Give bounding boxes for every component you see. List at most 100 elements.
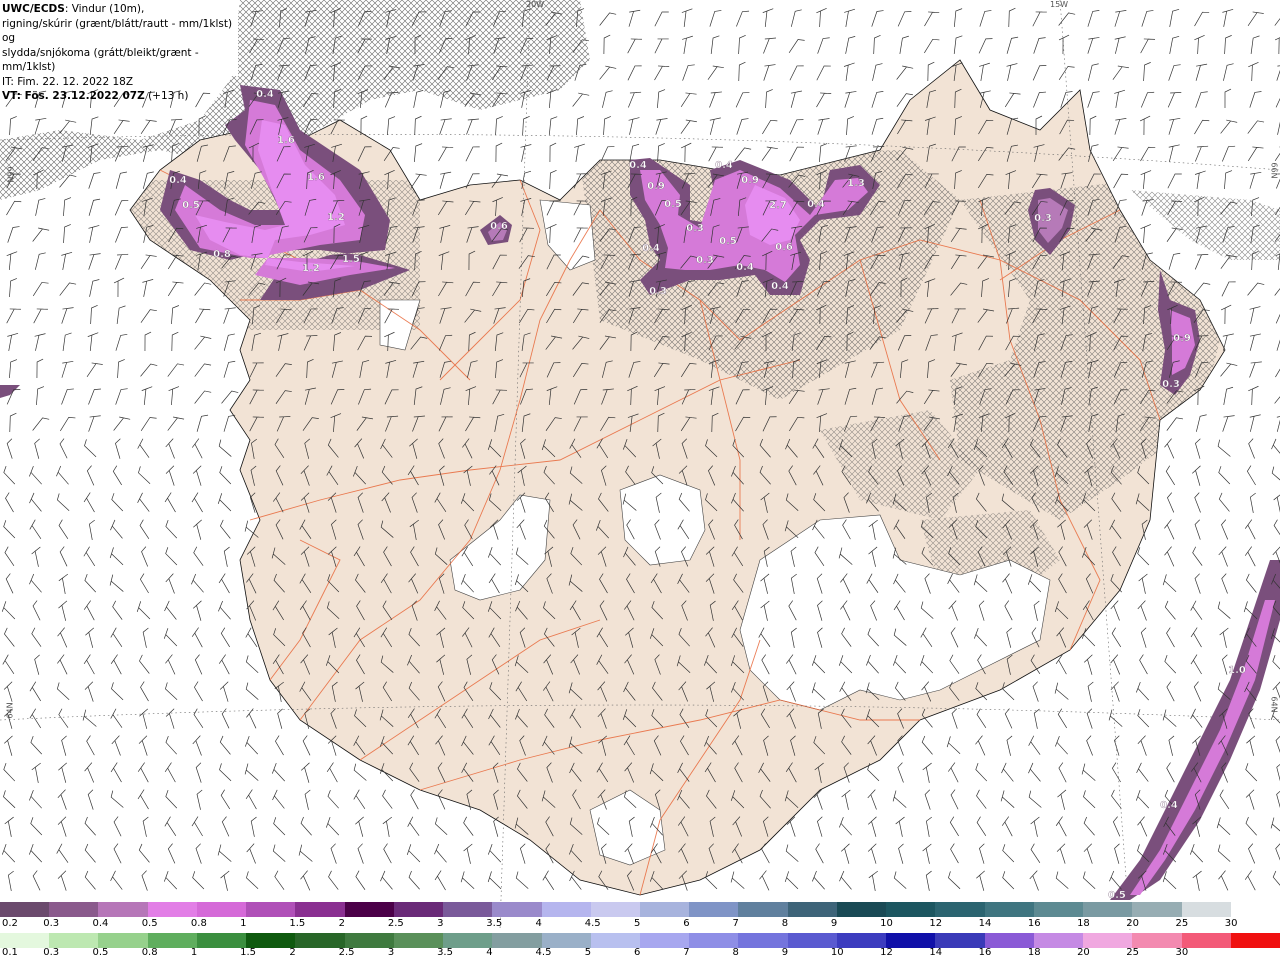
scale-label: 14 xyxy=(929,947,943,958)
color-swatch xyxy=(640,902,690,917)
precip-value-label: 0.9 xyxy=(741,175,759,186)
color-swatch xyxy=(344,933,395,948)
color-swatch xyxy=(738,933,789,948)
color-swatch xyxy=(492,902,543,917)
map-title-box: UWC/ECDS: Vindur (10m), rigning/skúrir (… xyxy=(0,0,238,102)
scale-label: 25 xyxy=(1126,947,1140,958)
rain-scale-labels: 0.1 0.3 0.5 0.8 1 1.5 2 2.5 3 3.5 4 4.5 5 6 7 8 9 10 12 14 1… xyxy=(0,947,1280,959)
precip-value-label: 1.2 xyxy=(302,263,320,274)
color-swatch xyxy=(935,902,986,917)
precip-value-label: 0.4 xyxy=(256,89,274,100)
scale-label: 6 xyxy=(634,947,641,958)
valid-time: VT: Fös. 23.12.2022 07Z xyxy=(2,90,145,102)
color-swatch xyxy=(689,902,739,917)
scale-label: 0.8 xyxy=(141,947,158,958)
scale-label: 12 xyxy=(929,918,943,929)
scale-label: 5 xyxy=(584,947,592,958)
color-swatch xyxy=(541,902,592,917)
scale-label: 3.5 xyxy=(486,918,503,929)
scale-label: 10 xyxy=(880,918,893,929)
scale-label: 30 xyxy=(1175,947,1189,958)
color-swatch xyxy=(246,902,296,917)
color-swatch xyxy=(935,933,986,948)
color-swatch xyxy=(787,902,838,917)
scale-label: 4 xyxy=(486,947,493,958)
color-swatch xyxy=(738,902,789,917)
color-swatch xyxy=(984,902,1035,917)
scale-label: 2 xyxy=(338,918,345,929)
color-swatch xyxy=(295,933,346,948)
scale-label: 4.5 xyxy=(535,947,552,958)
color-swatch xyxy=(0,902,50,917)
scale-label: 6 xyxy=(683,918,690,929)
color-swatch xyxy=(492,933,543,948)
scale-label: 14 xyxy=(978,918,992,929)
scale-label: 5 xyxy=(634,918,641,929)
snow-color-scale xyxy=(0,902,1280,917)
title-line-1: UWC/ECDS: Vindur (10m), xyxy=(2,2,238,17)
init-time: IT: Fim. 22. 12. 2022 18Z xyxy=(2,75,134,88)
valid-time-line: VT: Fös. 23.12.2022 07Z (+13 h) xyxy=(2,89,238,104)
scale-label: 3.5 xyxy=(437,947,453,958)
color-swatch xyxy=(590,902,641,917)
precip-value-label: 1.6 xyxy=(307,172,325,183)
scale-label: 16 xyxy=(1027,918,1041,929)
snow-scale-labels: 0.2 0.3 0.4 0.5 0.8 1 1.5 2 2.5 3 3.5 4 4.5 5 6 7 8 9 10 12… xyxy=(0,918,1280,930)
color-swatch xyxy=(1132,902,1183,917)
precip-value-label: 1.6 xyxy=(277,135,295,146)
scale-label: 25 xyxy=(1175,918,1189,929)
color-swatch xyxy=(196,933,247,948)
color-swatch xyxy=(295,902,346,917)
scale-label: 2.5 xyxy=(387,918,404,929)
rain-color-scale xyxy=(0,933,1280,948)
scale-label: 9 xyxy=(830,918,838,929)
scale-label: 1.5 xyxy=(240,947,257,958)
precip-value-label: 0.6 xyxy=(775,242,793,253)
precip-value-label: 0.4 xyxy=(1160,800,1178,811)
color-swatch xyxy=(984,933,1035,948)
color-swatch xyxy=(246,933,296,948)
color-swatch xyxy=(1230,933,1280,948)
scale-label: 3 xyxy=(387,947,395,958)
color-swatch xyxy=(196,902,247,917)
color-swatch xyxy=(147,902,198,917)
color-swatch xyxy=(1083,933,1133,948)
precip-value-label: 0.3 xyxy=(649,286,667,297)
lon-label-20w: 20W xyxy=(526,0,545,9)
precip-value-label: 1.2 xyxy=(327,212,345,223)
title-line-3: slydda/snjókoma (grátt/bleikt/grænt - mm… xyxy=(2,46,199,74)
color-swatch xyxy=(1230,902,1280,917)
precip-value-label: 0.4 xyxy=(642,243,660,254)
color-swatch xyxy=(1033,933,1084,948)
scale-label: 12 xyxy=(880,947,893,958)
precip-value-label: 1.3 xyxy=(847,178,865,189)
scale-label: 0.3 xyxy=(43,947,60,958)
scale-label: 4.5 xyxy=(584,918,601,929)
scale-label: 0.3 xyxy=(43,918,60,929)
scale-label: 2.5 xyxy=(338,947,355,958)
precip-value-label: 0.9 xyxy=(647,181,665,192)
precip-value-label: 0.3 xyxy=(696,255,714,266)
scale-label: 0.2 xyxy=(2,918,18,929)
scale-label: 0.5 xyxy=(92,947,109,958)
precip-value-label: 0.5 xyxy=(664,199,682,210)
color-swatch xyxy=(541,933,592,948)
scale-label: 18 xyxy=(1077,918,1090,929)
color-swatch xyxy=(787,933,838,948)
color-swatch xyxy=(98,902,149,917)
scale-label: 0.1 xyxy=(2,947,18,958)
color-swatch xyxy=(98,933,149,948)
color-swatch xyxy=(836,902,887,917)
precip-value-label: 0.4 xyxy=(629,160,647,171)
forecast-step: (+13 h) xyxy=(144,90,189,102)
scale-label: 30 xyxy=(1224,918,1238,929)
color-swatch xyxy=(0,933,50,948)
precip-value-label: 0.3 xyxy=(686,223,704,234)
product-name: UWC/ECDS xyxy=(2,3,65,15)
scale-label: 7 xyxy=(732,918,739,929)
precip-value-label: 1.5 xyxy=(342,254,360,265)
precip-value-label: 0.3 xyxy=(1034,213,1052,224)
color-swatch xyxy=(886,933,936,948)
scale-label: 0.4 xyxy=(92,918,109,929)
color-swatch xyxy=(49,933,99,948)
